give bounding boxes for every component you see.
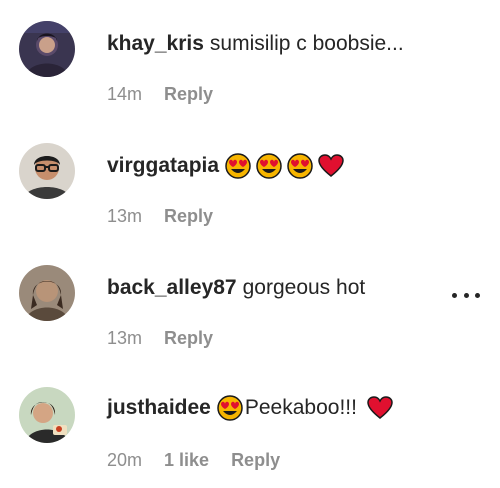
comment-username[interactable]: back_alley87 [107,275,237,301]
comment-meta: 13m Reply [107,327,213,349]
comment-username[interactable]: justhaidee [107,395,211,421]
reply-button[interactable]: Reply [164,327,213,349]
reply-button[interactable]: Reply [164,205,213,227]
red-heart-emoji-icon [367,395,393,421]
comment-username[interactable]: virggatapia [107,153,219,179]
more-dot [452,292,457,298]
comment-item: virggatapia 13m Reply [0,122,500,242]
comment-item: justhaidee Peekaboo!!! 20m 1 like Reply [0,366,500,486]
comment-text: Peekaboo!!! [244,396,357,419]
avatar[interactable] [19,143,75,199]
comment-item: khay_kris sumisilip c boobsie... 14m Rep… [0,0,500,120]
comment-time: 13m [107,206,143,226]
comment-username[interactable]: khay_kris [107,31,204,57]
heart-eyes-emoji-icon [225,153,251,179]
reply-button[interactable]: Reply [164,83,213,105]
comment-time: 14m [107,84,143,104]
comment-line: justhaidee Peekaboo!!! [107,395,393,421]
red-heart-emoji-icon [318,153,344,179]
comment-meta: 20m 1 like Reply [107,449,280,471]
comment-line: khay_kris sumisilip c boobsie... [107,31,404,57]
avatar[interactable] [19,21,75,77]
heart-eyes-emoji-icon [217,395,243,421]
comment-item: back_alley87 gorgeous hot 13m Reply [0,244,500,364]
comment-text-group: Peekaboo!!! [217,395,393,421]
more-dot [463,292,469,298]
heart-eyes-emoji-icon [287,153,313,179]
more-options-icon[interactable] [452,285,480,305]
avatar[interactable] [19,387,75,443]
comment-text: gorgeous hot [242,276,366,299]
more-dot [475,292,480,298]
comment-emojis [225,153,344,179]
heart-eyes-emoji-icon [256,153,282,179]
comment-meta: 14m Reply [107,83,213,105]
comment-time: 13m [107,328,143,348]
comment-text: sumisilip c boobsie... [209,32,404,55]
comment-line: virggatapia [107,153,344,179]
like-count[interactable]: 1 like [164,449,209,471]
comment-line: back_alley87 gorgeous hot [107,275,365,301]
comment-time: 20m [107,450,143,470]
avatar[interactable] [19,265,75,321]
reply-button[interactable]: Reply [231,449,280,471]
comment-meta: 13m Reply [107,205,213,227]
